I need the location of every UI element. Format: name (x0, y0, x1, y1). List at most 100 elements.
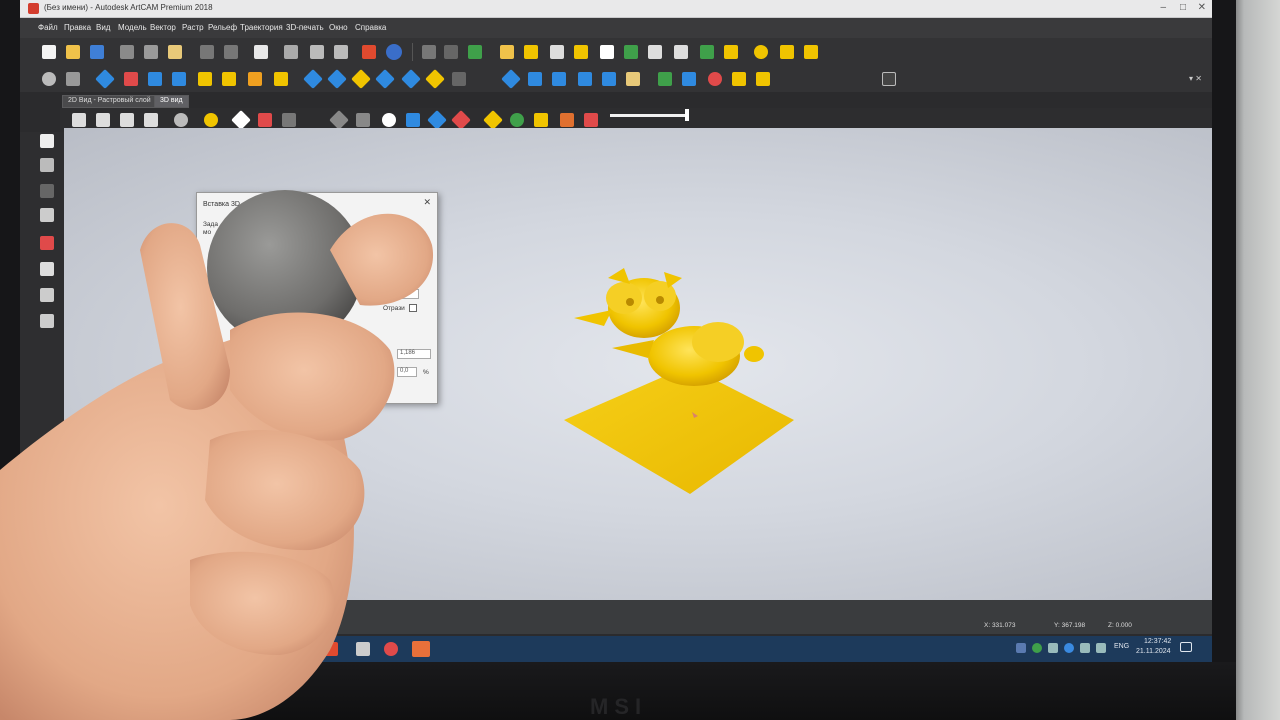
nodes-icon[interactable] (754, 45, 768, 59)
notification-icon[interactable] (1180, 642, 1192, 652)
taskbar-opera-icon[interactable] (384, 642, 398, 656)
transparency-slider[interactable] (610, 114, 688, 117)
save-icon[interactable] (90, 45, 104, 59)
down-arrow-icon[interactable] (222, 72, 236, 86)
tab-3d-view[interactable]: 3D вид (154, 95, 189, 108)
tray-language[interactable]: ENG (1114, 643, 1129, 650)
menu-window[interactable]: Окно (329, 23, 348, 32)
snowflake-icon[interactable] (600, 45, 614, 59)
dialog-field-2[interactable]: 1,186 (397, 349, 431, 359)
up-arrow-icon[interactable] (148, 72, 162, 86)
palette-icon[interactable] (584, 113, 598, 127)
angle-icon[interactable] (552, 72, 566, 86)
minimize-icon[interactable]: – (1160, 2, 1166, 13)
layers-icon[interactable] (284, 45, 298, 59)
blue-diamond-icon[interactable] (95, 69, 115, 89)
overlap-icon[interactable] (382, 113, 396, 127)
relief-low-icon[interactable] (401, 69, 421, 89)
cube-top-icon[interactable] (96, 113, 110, 127)
relief-green-icon[interactable] (624, 45, 638, 59)
menu-edit[interactable]: Правка (64, 23, 91, 32)
menu-file[interactable]: Файл (38, 23, 58, 32)
stand-icon[interactable] (282, 113, 296, 127)
copy-icon[interactable] (144, 45, 158, 59)
tray-date[interactable]: 21.11.2024 (1136, 648, 1171, 655)
taskbar-app-icon[interactable] (324, 642, 338, 656)
dialog-field-1[interactable]: 0 (393, 289, 419, 299)
eraser-icon[interactable] (124, 72, 138, 86)
document-icon[interactable] (254, 45, 268, 59)
import-folder-icon[interactable] (500, 45, 514, 59)
taskbar-steam-icon[interactable] (356, 642, 370, 656)
menu-raster[interactable]: Растр (182, 23, 204, 32)
pan-icon[interactable] (66, 72, 80, 86)
rectangle-icon[interactable] (40, 288, 54, 302)
relief-subtract-icon[interactable] (327, 69, 347, 89)
smooth-icon[interactable] (528, 72, 542, 86)
bowl-icon[interactable] (578, 72, 592, 86)
relief-zero-icon[interactable] (425, 69, 445, 89)
blue-star-icon[interactable] (406, 113, 420, 127)
menu-help[interactable]: Справка (355, 23, 386, 32)
scissors-icon[interactable] (550, 45, 564, 59)
tray-network-icon[interactable] (1048, 643, 1058, 653)
close-icon[interactable]: ✕ (1198, 2, 1206, 13)
open-folder-icon[interactable] (66, 45, 80, 59)
relief-merge-icon[interactable] (351, 69, 371, 89)
mirror-checkbox[interactable] (409, 304, 417, 312)
paint-bucket-icon[interactable] (40, 262, 54, 276)
curve-icon[interactable] (574, 45, 588, 59)
grid-icon[interactable] (40, 208, 54, 222)
color-bars-icon[interactable] (468, 45, 482, 59)
vector-arrow-icon[interactable] (524, 45, 538, 59)
tray-volume-icon[interactable] (1096, 643, 1106, 653)
relief-gray-icon[interactable] (452, 72, 466, 86)
mirror-icon[interactable] (732, 72, 746, 86)
shade-icon[interactable] (329, 110, 349, 130)
tab-2d-view[interactable]: 2D Вид - Растровый слой (62, 95, 157, 108)
layer-stack-icon[interactable] (626, 72, 640, 86)
gold-plane-icon[interactable] (483, 110, 503, 130)
light-bulb-icon[interactable] (204, 113, 218, 127)
star-icon[interactable] (172, 72, 186, 86)
green-circle-icon[interactable] (510, 113, 524, 127)
menu-view[interactable]: Вид (96, 23, 110, 32)
menu-3d-print[interactable]: 3D-печать (286, 23, 324, 32)
tray-icons[interactable] (1016, 643, 1026, 653)
maximize-icon[interactable]: □ (1180, 2, 1186, 13)
node-edit-icon[interactable] (40, 158, 54, 172)
polyline-icon[interactable] (40, 314, 54, 328)
axes-icon[interactable] (258, 113, 272, 127)
blue-plane-icon[interactable] (427, 110, 447, 130)
new-file-icon[interactable] (42, 45, 56, 59)
cube-front-icon[interactable] (120, 113, 134, 127)
red-plane-icon[interactable] (451, 110, 471, 130)
bounding-box-icon[interactable] (882, 72, 896, 86)
tray-time[interactable]: 12:37:42 (1144, 638, 1171, 645)
tray-monitor-icon[interactable] (1080, 643, 1090, 653)
tray-chrome-icon[interactable] (1032, 643, 1042, 653)
yellow-diamond-icon[interactable] (724, 45, 738, 59)
relief-high-icon[interactable] (375, 69, 395, 89)
columns-icon[interactable] (310, 45, 324, 59)
cube-right-icon[interactable] (144, 113, 158, 127)
frame-icon[interactable] (674, 45, 688, 59)
tool-icon[interactable] (362, 45, 376, 59)
green-squares-icon[interactable] (700, 45, 714, 59)
folder-yellow-icon[interactable] (274, 72, 288, 86)
diamond-icon[interactable] (422, 45, 436, 59)
transparency-slider-knob[interactable] (685, 109, 689, 121)
sculpt-icon[interactable] (501, 69, 521, 89)
menu-relief[interactable]: Рельеф (208, 23, 237, 32)
taskbar-artcam-icon[interactable] (412, 641, 430, 657)
wireframe-icon[interactable] (356, 113, 370, 127)
orange-icon[interactable] (248, 72, 262, 86)
pencil-icon[interactable] (40, 236, 54, 250)
menu-toolpath[interactable]: Траектория (240, 23, 283, 32)
grid-view-icon[interactable] (334, 45, 348, 59)
toolbar-pin-icon[interactable]: ▾ ✕ (1189, 74, 1202, 83)
gear-icon[interactable] (648, 45, 662, 59)
menu-model[interactable]: Модель (118, 23, 147, 32)
redo-icon[interactable] (224, 45, 238, 59)
select-arrow-icon[interactable] (40, 134, 54, 148)
